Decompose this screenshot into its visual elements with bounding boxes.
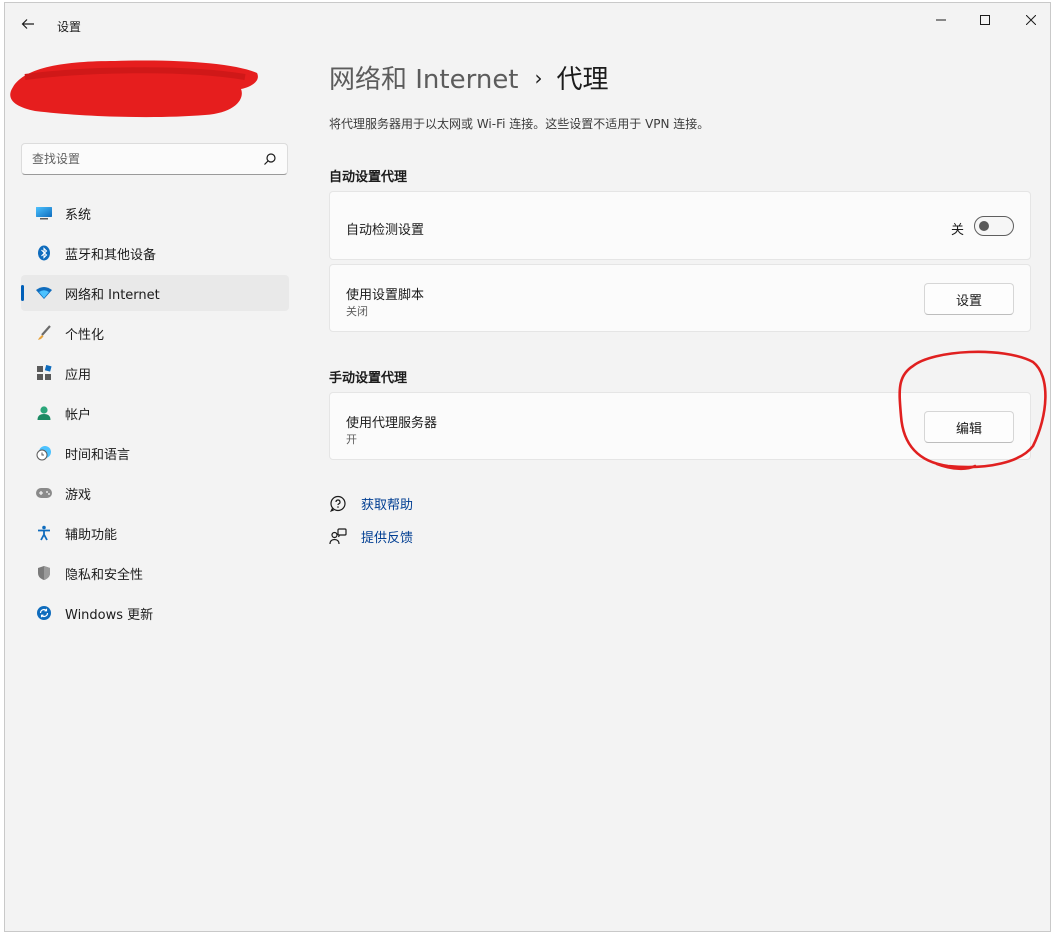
accessibility-icon	[35, 524, 53, 542]
page-description: 将代理服务器用于以太网或 Wi-Fi 连接。这些设置不适用于 VPN 连接。	[329, 117, 710, 131]
feedback-link[interactable]: 提供反馈	[361, 527, 413, 546]
sidebar-item-network[interactable]: 网络和 Internet	[21, 275, 289, 311]
update-icon	[35, 604, 53, 622]
sidebar-item-time-language[interactable]: 时间和语言	[21, 435, 289, 471]
sidebar-item-accessibility[interactable]: 辅助功能	[21, 515, 289, 551]
sidebar-item-label: 游戏	[65, 487, 92, 503]
system-icon	[35, 204, 53, 222]
title-bar: 设置	[5, 3, 1050, 43]
use-proxy-title: 使用代理服务器	[346, 416, 438, 431]
sidebar-item-label: 帐户	[65, 407, 92, 423]
redacted-profile	[10, 60, 258, 118]
auto-detect-card: 自动检测设置 关	[329, 191, 1031, 260]
help-icon	[329, 495, 347, 513]
account-icon	[35, 404, 53, 422]
breadcrumb-parent[interactable]: 网络和 Internet	[329, 59, 519, 96]
annotation-circle	[898, 350, 1047, 471]
sidebar-item-label: 蓝牙和其他设备	[65, 247, 157, 263]
brush-icon	[35, 324, 53, 342]
feedback-link-row[interactable]: 提供反馈	[329, 527, 413, 546]
settings-window: 设置 系统	[4, 2, 1051, 932]
time-language-icon	[35, 444, 53, 462]
back-button[interactable]	[17, 13, 39, 35]
auto-detect-toggle[interactable]	[974, 216, 1014, 236]
breadcrumb: 网络和 Internet › 代理	[329, 59, 609, 96]
toggle-knob	[979, 221, 989, 231]
auto-detect-title: 自动检测设置	[346, 223, 425, 238]
sidebar-item-system[interactable]: 系统	[21, 195, 289, 231]
section-title-manual-proxy: 手动设置代理	[329, 371, 408, 386]
sidebar-item-apps[interactable]: 应用	[21, 355, 289, 391]
chevron-right-icon: ›	[534, 65, 543, 90]
sidebar-item-privacy[interactable]: 隐私和安全性	[21, 555, 289, 591]
shield-icon	[35, 564, 53, 582]
use-proxy-status: 开	[346, 433, 357, 446]
sidebar-item-label: 网络和 Internet	[65, 287, 160, 303]
minimize-button[interactable]	[927, 9, 955, 31]
feedback-icon	[329, 527, 347, 546]
sidebar-item-label: 隐私和安全性	[65, 567, 144, 583]
search-icon[interactable]	[263, 152, 277, 166]
setup-script-card: 使用设置脚本 关闭 设置	[329, 264, 1031, 332]
bluetooth-icon	[35, 244, 53, 262]
sidebar-item-gaming[interactable]: 游戏	[21, 475, 289, 511]
back-arrow-icon	[21, 19, 34, 29]
sidebar-item-label: 个性化	[65, 327, 105, 343]
wifi-icon	[35, 284, 53, 302]
search-input[interactable]	[32, 144, 252, 174]
section-title-auto-proxy: 自动设置代理	[329, 170, 408, 185]
sidebar-item-label: Windows 更新	[65, 607, 154, 623]
setup-script-status: 关闭	[346, 305, 368, 318]
toggle-state-label: 关	[950, 223, 964, 238]
maximize-icon	[980, 15, 990, 25]
minimize-icon	[936, 19, 946, 21]
search-box[interactable]	[21, 143, 288, 175]
maximize-button[interactable]	[971, 9, 999, 31]
sidebar-item-accounts[interactable]: 帐户	[21, 395, 289, 431]
sidebar-item-label: 时间和语言	[65, 447, 131, 463]
help-link[interactable]: 获取帮助	[361, 494, 413, 513]
sidebar-item-bluetooth[interactable]: 蓝牙和其他设备	[21, 235, 289, 271]
sidebar-item-label: 辅助功能	[65, 527, 118, 543]
sidebar-item-label: 系统	[65, 207, 92, 223]
app-title: 设置	[57, 20, 82, 34]
sidebar-nav: 系统 蓝牙和其他设备 网络和 Internet 个性化 应用 帐户 时间和语言 …	[21, 195, 289, 635]
close-icon	[1026, 15, 1036, 25]
gamepad-icon	[35, 484, 53, 502]
setup-script-title: 使用设置脚本	[346, 288, 425, 303]
help-link-row[interactable]: 获取帮助	[329, 494, 413, 513]
sidebar-item-personalization[interactable]: 个性化	[21, 315, 289, 351]
page-title: 代理	[556, 65, 609, 95]
setup-script-button[interactable]: 设置	[924, 283, 1014, 315]
sidebar-item-label: 应用	[65, 367, 92, 383]
close-button[interactable]	[1017, 9, 1045, 31]
apps-icon	[35, 364, 53, 382]
sidebar-item-windows-update[interactable]: Windows 更新	[21, 595, 289, 631]
